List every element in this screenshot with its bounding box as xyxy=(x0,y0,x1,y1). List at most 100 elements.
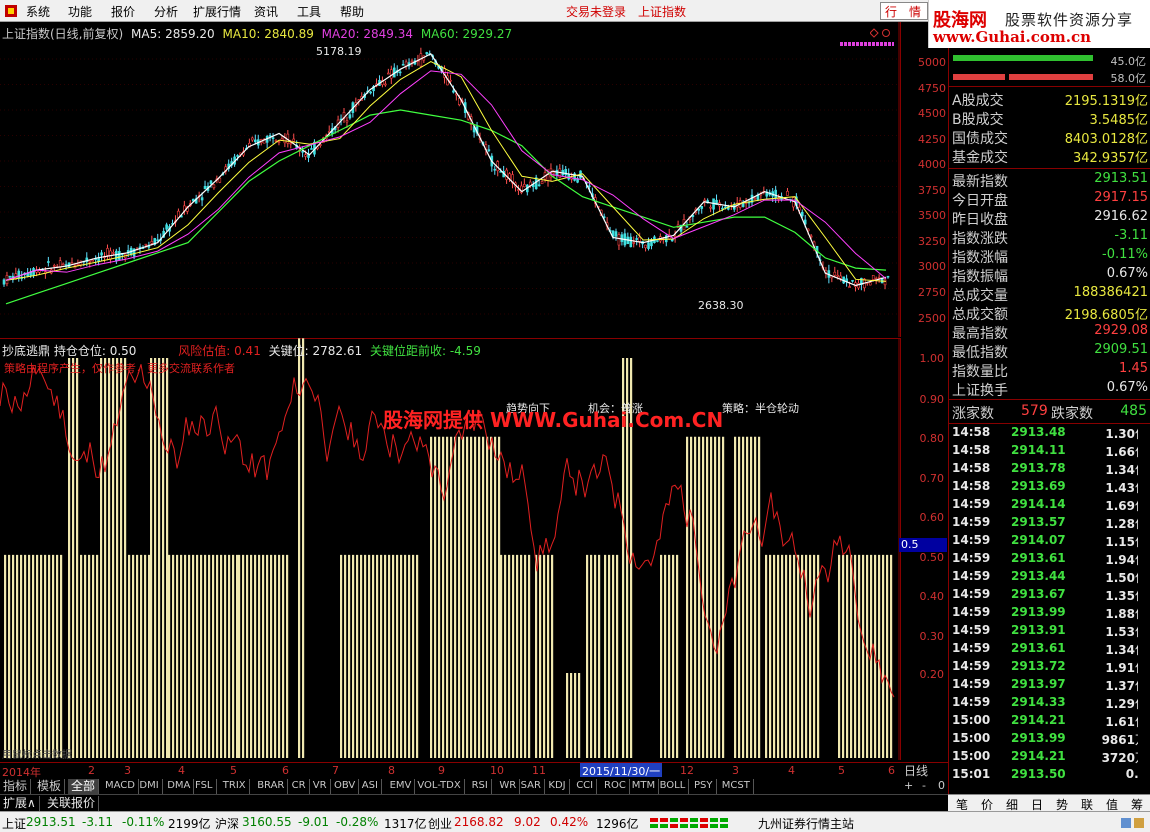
quote-mode-button[interactable]: 行 情 xyxy=(880,2,928,20)
position-bar xyxy=(228,554,231,758)
tab-fsl[interactable]: FSL xyxy=(192,779,217,794)
candle xyxy=(531,181,535,192)
tick-volume-value: 1.29 xyxy=(1105,697,1135,711)
tab-cr[interactable]: CR xyxy=(289,779,310,794)
tab-kdj[interactable]: KDJ xyxy=(545,779,570,794)
tab-mcst[interactable]: MCST xyxy=(719,779,754,794)
tick-volume-value: 1.34 xyxy=(1105,463,1135,477)
menu-tools[interactable]: 工具 xyxy=(297,3,321,20)
turnover-label: 基金成交 xyxy=(952,150,1008,166)
tick-price: 2914.21 xyxy=(1011,713,1066,727)
position-bar xyxy=(108,358,111,758)
reset-button[interactable]: 0 xyxy=(938,779,945,792)
position-bar xyxy=(340,554,343,758)
candle xyxy=(644,244,647,252)
position-bar xyxy=(838,554,841,758)
position-bar xyxy=(793,554,796,758)
tab-related-quote[interactable]: 关联报价 xyxy=(44,796,100,811)
menu-help[interactable]: 帮助 xyxy=(340,3,364,20)
date-label: 3 xyxy=(732,764,739,777)
tick-volume-value: 1.30 xyxy=(1105,427,1135,441)
position-bar xyxy=(224,554,227,758)
connection-status-icon xyxy=(1121,818,1144,828)
candle xyxy=(5,271,9,287)
tick-row: 14:592913.911.53亿 xyxy=(949,623,1150,642)
main-chart-header: 上证指数(日线,前复权) MA5: 2859.20 MA10: 2840.89 … xyxy=(2,25,516,42)
tick-price: 2914.11 xyxy=(1011,443,1066,457)
candle xyxy=(520,181,523,195)
candle xyxy=(576,176,579,184)
tick-price: 2913.67 xyxy=(1011,587,1066,601)
position-bar xyxy=(44,554,47,758)
position-bar xyxy=(846,554,849,758)
tab-obv[interactable]: OBV xyxy=(331,779,360,794)
menu-analysis[interactable]: 分析 xyxy=(154,3,178,20)
tab-vol-tdx[interactable]: VOL-TDX xyxy=(414,779,465,794)
candle xyxy=(762,186,766,195)
position-bar xyxy=(356,554,359,758)
stat-value: 2917.15 xyxy=(1094,190,1148,205)
position-bar xyxy=(12,554,15,758)
tab-boll[interactable]: BOLL xyxy=(657,779,690,794)
stat-label: 指数涨幅 xyxy=(952,250,1008,266)
tab-cci[interactable]: CCI xyxy=(573,779,598,794)
position-bar xyxy=(801,554,804,758)
tab-mtm[interactable]: MTM xyxy=(629,779,660,794)
chart-title: 上证指数(日线,前复权) xyxy=(2,27,124,41)
market-breadth-icon xyxy=(650,818,728,828)
position-bar xyxy=(192,554,195,758)
tick-price: 2913.61 xyxy=(1011,641,1066,655)
tab-roc[interactable]: ROC xyxy=(601,779,630,794)
candle xyxy=(502,165,505,178)
candle xyxy=(635,234,638,246)
chart-options-icon[interactable] xyxy=(870,28,892,38)
tab-模板[interactable]: 模板 xyxy=(34,779,66,794)
position-bar xyxy=(722,436,725,758)
position-bar xyxy=(204,554,207,758)
advance-label: 涨家数 xyxy=(952,406,994,422)
turnover-value: 3.5485亿 xyxy=(1089,113,1149,128)
tab-emv[interactable]: EMV xyxy=(387,779,416,794)
tab-rsi[interactable]: RSI xyxy=(469,779,492,794)
candle xyxy=(265,134,269,149)
trade-login-status[interactable]: 交易未登录 xyxy=(566,3,626,20)
menu-system[interactable]: 系统 xyxy=(26,3,50,20)
tab-asi[interactable]: ASI xyxy=(359,779,382,794)
tab-dma[interactable]: DMA xyxy=(164,779,195,794)
position-bar xyxy=(416,554,419,758)
tab-指标[interactable]: 指标 xyxy=(0,779,32,794)
tick-scrollbar[interactable] xyxy=(1138,425,1148,794)
tab-全部[interactable]: 全部 xyxy=(68,779,100,794)
server-name[interactable]: 九州证券行情主站 xyxy=(758,815,854,832)
sh-change: -3.11 xyxy=(82,815,114,829)
tick-price: 2913.57 xyxy=(1011,515,1066,529)
menu-quote[interactable]: 报价 xyxy=(111,3,135,20)
position-bar xyxy=(886,554,889,758)
position-bar xyxy=(360,554,363,758)
candle xyxy=(632,236,636,248)
tab-macd[interactable]: MACD xyxy=(102,779,139,794)
tab-brar[interactable]: BRAR xyxy=(254,779,289,794)
tab-extend[interactable]: 扩展∧ xyxy=(0,796,40,811)
tab-psy[interactable]: PSY xyxy=(691,779,717,794)
click-hint: 用鼠标点击数据 xyxy=(2,750,72,761)
kline-chart[interactable] xyxy=(0,22,900,337)
zoom-in-button[interactable]: + xyxy=(904,779,913,792)
position-bar xyxy=(570,673,573,758)
candle xyxy=(715,194,718,205)
tab-trix[interactable]: TRIX xyxy=(220,779,250,794)
period-label[interactable]: 日线 xyxy=(904,762,928,779)
tab-sar[interactable]: SAR xyxy=(518,779,545,794)
indicator-name: 抄底逃鼎 xyxy=(2,344,51,358)
menu-extended-market[interactable]: 扩展行情 xyxy=(193,3,241,20)
date-label: 7 xyxy=(332,764,339,777)
tab-vr[interactable]: VR xyxy=(310,779,331,794)
menu-info[interactable]: 资讯 xyxy=(254,3,278,20)
current-index-name: 上证指数 xyxy=(638,5,687,19)
tab-dmi[interactable]: DMI xyxy=(136,779,163,794)
menu-function[interactable]: 功能 xyxy=(68,3,92,20)
zoom-out-button[interactable]: - xyxy=(922,779,926,792)
tick-volume-value: 3720 xyxy=(1101,751,1135,765)
candle xyxy=(17,268,21,282)
position-bar xyxy=(504,554,507,758)
